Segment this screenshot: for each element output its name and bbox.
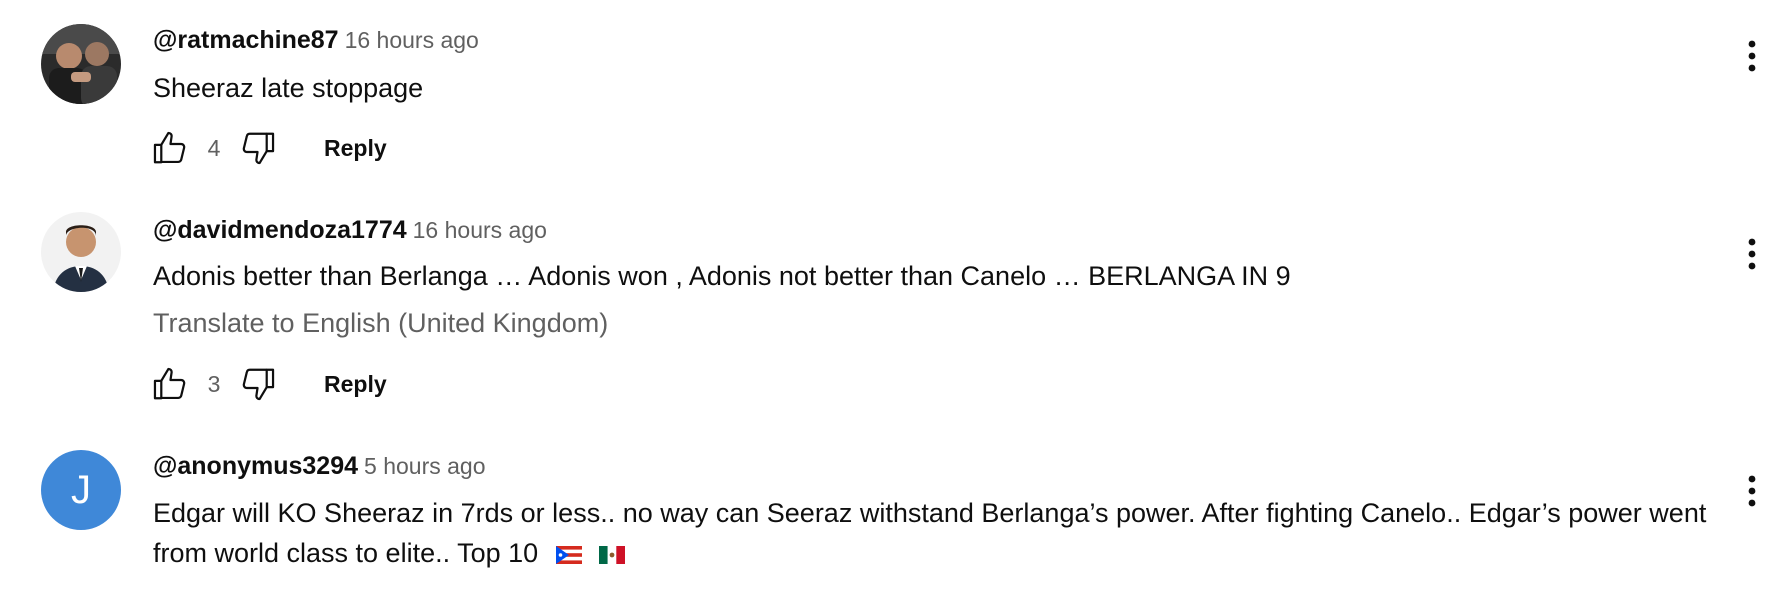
author-name[interactable]: @davidmendoza1774	[153, 216, 407, 244]
thumbs-down-icon	[242, 132, 275, 165]
thumbs-down-icon	[242, 368, 275, 401]
avatar[interactable]	[41, 212, 121, 292]
reply-button[interactable]: Reply	[324, 135, 387, 162]
like-count: 3	[207, 370, 221, 397]
more-vert-icon	[1748, 475, 1756, 507]
more-vert-icon	[1748, 238, 1756, 270]
comment-time[interactable]: 16 hours ago	[413, 217, 547, 243]
like-count: 4	[207, 134, 221, 161]
comment-header: @davidmendoza1774 16 hours ago	[153, 216, 547, 245]
comment-text: Adonis better than Berlanga … Adonis won…	[153, 261, 1291, 291]
dislike-button[interactable]	[236, 126, 280, 170]
comment-text: Edgar will KO Sheeraz in 7rds or less.. …	[153, 493, 1713, 573]
comment-time[interactable]: 16 hours ago	[345, 27, 479, 53]
thumbs-up-icon	[153, 131, 186, 164]
dislike-button[interactable]	[236, 362, 280, 406]
puerto-rico-flag-icon	[555, 545, 582, 564]
avatar[interactable]: J	[41, 450, 121, 530]
mexico-flag-icon	[599, 545, 626, 564]
reply-button[interactable]: Reply	[324, 371, 387, 398]
comment-header: @anonymus3294 5 hours ago	[153, 452, 486, 481]
comment-text: Sheeraz late stoppage	[153, 73, 424, 103]
avatar[interactable]	[41, 24, 121, 104]
comment-actions: 3 Reply	[148, 362, 387, 406]
translate-button[interactable]: Translate to English (United Kingdom)	[153, 308, 608, 339]
more-vert-icon	[1748, 40, 1756, 72]
comment-time[interactable]: 5 hours ago	[364, 453, 485, 479]
author-name[interactable]: @ratmachine87	[153, 26, 339, 54]
author-name[interactable]: @anonymus3294	[153, 452, 358, 480]
like-button[interactable]	[148, 362, 192, 406]
action-menu-button[interactable]	[1735, 34, 1769, 78]
like-button[interactable]	[148, 126, 192, 170]
action-menu-button[interactable]	[1735, 232, 1769, 276]
action-menu-button[interactable]	[1735, 469, 1769, 513]
comment-header: @ratmachine87 16 hours ago	[153, 26, 479, 55]
thumbs-up-icon	[153, 367, 186, 400]
avatar-letter: J	[71, 467, 91, 512]
comment-text-content: Edgar will KO Sheeraz in 7rds or less.. …	[153, 498, 1707, 568]
comment-actions: 4 Reply	[148, 126, 387, 170]
